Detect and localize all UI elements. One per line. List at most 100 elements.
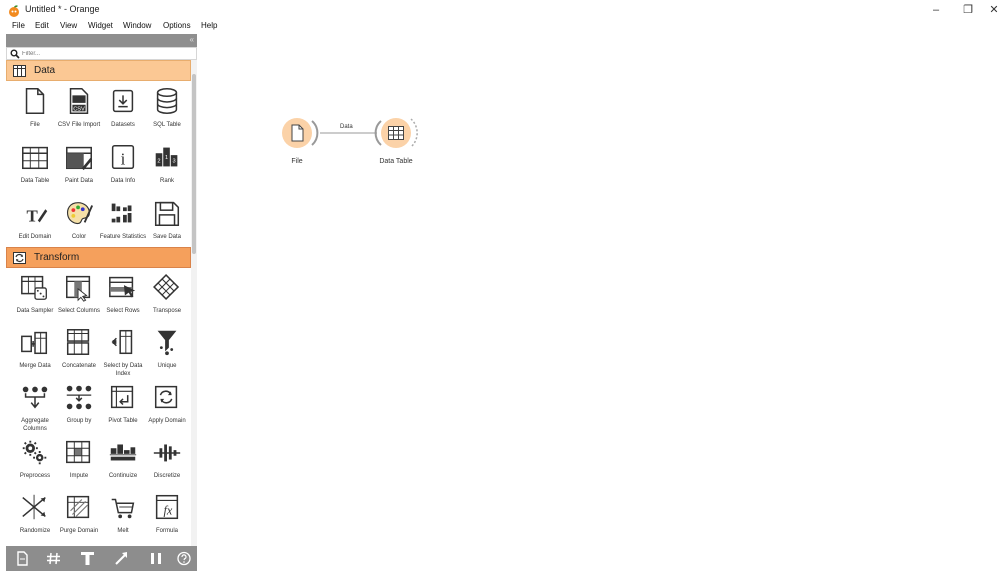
- restore-button[interactable]: ❐: [954, 2, 982, 18]
- widget-unique[interactable]: Unique: [144, 326, 190, 389]
- menu-help[interactable]: Help: [201, 21, 217, 30]
- file-icon: [25, 88, 45, 114]
- color-icon: [66, 202, 94, 225]
- menu-view[interactable]: View: [60, 21, 77, 30]
- apply-domain-icon: [154, 385, 178, 409]
- csv-file-import-icon: CSV: [69, 88, 89, 114]
- widget-select-by-data-index[interactable]: Select by Data Index: [100, 326, 146, 389]
- widget-concatenate[interactable]: Concatenate: [56, 326, 102, 389]
- widget-group-by[interactable]: Group by: [56, 381, 102, 444]
- datasets-icon: [112, 89, 134, 113]
- widget-label: Save Data: [152, 234, 182, 240]
- close-window-button[interactable]: ✕: [980, 2, 1006, 18]
- widget-preprocess[interactable]: Preprocess: [12, 436, 58, 499]
- menu-widget[interactable]: Widget: [88, 21, 113, 30]
- melt-icon: [111, 498, 135, 519]
- widget-data-table[interactable]: Data Table: [12, 141, 58, 204]
- arrow-annotation-icon[interactable]: [112, 550, 132, 567]
- node-data-table[interactable]: [374, 118, 418, 148]
- workflow-canvas[interactable]: Data File Data Table: [197, 34, 1006, 571]
- widget-select-rows[interactable]: Select Rows: [100, 271, 146, 334]
- minimize-button[interactable]: –: [922, 2, 950, 18]
- continuize-icon: [109, 444, 137, 461]
- scrollbar-thumb[interactable]: [192, 74, 196, 254]
- svg-text:fx: fx: [164, 504, 173, 518]
- svg-text:2: 2: [157, 159, 160, 165]
- file-icon[interactable]: [12, 550, 32, 567]
- category-transform-header[interactable]: Transform: [6, 247, 191, 268]
- widget-apply-domain[interactable]: Apply Domain: [144, 381, 190, 444]
- canvas-drawing: [282, 118, 418, 148]
- node-file[interactable]: [282, 118, 319, 148]
- widget-label: Unique: [157, 363, 177, 369]
- widget-sql-table[interactable]: SQL Table: [144, 85, 190, 148]
- title-bar: Untitled * - Orange – ❐ ✕: [0, 0, 1006, 21]
- pivot-table-icon: [110, 385, 134, 409]
- data-sampler-icon: [21, 275, 47, 300]
- widget-datasets[interactable]: Datasets: [100, 85, 146, 148]
- svg-text:T: T: [27, 206, 39, 225]
- widget-formula[interactable]: fx Formula: [144, 491, 190, 554]
- merge-data-icon: [21, 331, 48, 355]
- widget-file[interactable]: File: [12, 85, 58, 148]
- file-icon: [291, 124, 304, 142]
- svg-text:CSV: CSV: [73, 106, 85, 112]
- node-label-file: File: [291, 158, 303, 165]
- category-label: Data: [34, 65, 56, 76]
- category-data-header[interactable]: Data: [6, 60, 191, 81]
- window-title: Untitled * - Orange: [25, 4, 100, 14]
- table-icon: [13, 65, 26, 77]
- filter-input[interactable]: [22, 49, 182, 59]
- menu-options[interactable]: Options: [163, 21, 191, 30]
- widget-rank[interactable]: 2 1 3 Rank: [144, 141, 190, 204]
- widget-melt[interactable]: Melt: [100, 491, 146, 554]
- filter-box: [6, 47, 197, 60]
- help-icon[interactable]: [174, 550, 194, 567]
- widget-label: Discretize: [153, 473, 181, 479]
- widget-csv-file-import[interactable]: CSV CSV File Import: [56, 85, 102, 148]
- menu-bar: File Edit View Widget Window Options Hel…: [0, 21, 1006, 34]
- widget-label: Rank: [159, 178, 174, 184]
- widget-continuize[interactable]: Continuize: [100, 436, 146, 499]
- widget-aggregate-columns[interactable]: Aggregate Columns: [12, 381, 58, 444]
- concatenate-icon: [66, 329, 90, 355]
- select-by-data-index-icon: [111, 329, 133, 355]
- unique-icon: [157, 330, 177, 356]
- formula-icon: fx: [155, 494, 179, 520]
- widget-transpose[interactable]: Transpose: [144, 271, 190, 334]
- widget-purge-domain[interactable]: Purge Domain: [56, 491, 102, 554]
- svg-text:3: 3: [172, 159, 175, 165]
- category-label: Transform: [34, 252, 80, 263]
- dock-toolbar: [6, 546, 197, 571]
- impute-icon: [66, 440, 91, 464]
- svg-text:1: 1: [165, 155, 168, 161]
- search-icon: [10, 49, 20, 59]
- menu-file[interactable]: File: [12, 21, 25, 30]
- text-annotation-icon[interactable]: [78, 550, 98, 567]
- sql-table-icon: [156, 88, 178, 114]
- rank-icon: 213: [155, 147, 178, 167]
- widget-pivot-table[interactable]: Pivot Table: [100, 381, 146, 444]
- grid-icon[interactable]: [44, 550, 64, 567]
- widget-discretize[interactable]: Discretize: [144, 436, 190, 499]
- widget-impute[interactable]: Impute: [56, 436, 102, 499]
- widget-merge-data[interactable]: Merge Data: [12, 326, 58, 389]
- menu-edit[interactable]: Edit: [35, 21, 49, 30]
- purge-domain-icon: [66, 495, 90, 519]
- group-by-icon: [66, 385, 92, 410]
- menu-window[interactable]: Window: [123, 21, 151, 30]
- data-table-icon: [22, 146, 48, 170]
- widget-label: Apply Domain: [148, 418, 186, 424]
- widget-randomize[interactable]: Randomize: [12, 491, 58, 554]
- node-label-data-table: Data Table: [379, 158, 413, 165]
- transpose-icon: [153, 273, 180, 301]
- widget-data-sampler[interactable]: Data Sampler: [12, 271, 58, 334]
- widget-data-info[interactable]: i Data Info: [100, 141, 146, 204]
- pause-icon[interactable]: [146, 550, 166, 567]
- widget-label: Formula: [155, 528, 178, 534]
- widget-label: SQL Table: [153, 122, 181, 128]
- widget-paint-data[interactable]: Paint Data: [56, 141, 102, 204]
- collapse-dock-button[interactable]: «: [190, 35, 194, 44]
- feature-statistics-icon: [111, 203, 132, 223]
- widget-select-columns[interactable]: Select Columns: [56, 271, 102, 334]
